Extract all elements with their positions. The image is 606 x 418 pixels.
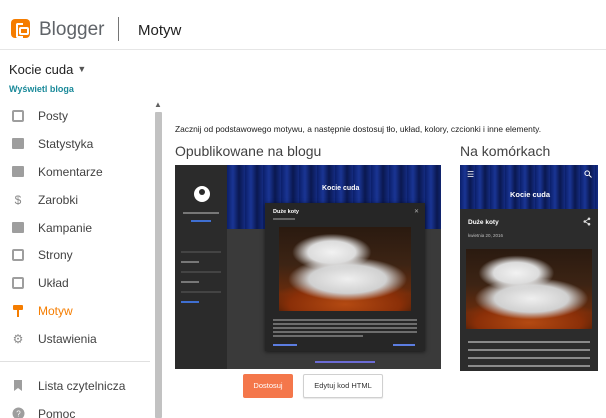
preview-post-title: Duże koty [468,219,499,226]
live-on-blog-heading: Opublikowane na blogu [175,143,322,159]
sidebar-item-comments[interactable]: Komentarze [0,160,150,184]
sidebar-item-campaigns[interactable]: Kampanie [0,216,150,240]
preview-blog-title: Kocie cuda [510,190,551,199]
blog-selector[interactable]: Kocie cuda ▼ [9,62,86,77]
preview-line [181,301,199,303]
preview-text-line [273,331,417,333]
app-header: Blogger Motyw [0,0,606,50]
dollar-icon: $ [14,193,22,207]
cat-photo [466,249,592,329]
scroll-up-arrow-icon[interactable]: ▲ [154,100,162,109]
preview-text-line [273,327,417,329]
preview-post-card: Duże koty ✕ [265,203,425,351]
view-blog-link[interactable]: Wyświetl bloga [9,84,74,94]
preview-text-line [468,365,590,367]
sidebar-item-label: Kampanie [38,221,93,235]
edit-html-button[interactable]: Edytuj kod HTML [303,374,383,398]
preview-text-line [468,357,590,359]
sidebar-item-earnings[interactable]: $ Zarobki [0,188,150,212]
sidebar-item-layout[interactable]: Układ [0,271,150,295]
campaigns-icon [11,221,25,235]
preview-text-line [468,349,590,351]
preview-footer-link [315,361,375,363]
cat-photo [279,227,411,311]
sidebar-item-label: Komentarze [38,165,103,179]
preview-line [181,281,199,283]
sidebar-item-help[interactable]: ? Pomoc [0,402,150,418]
mobile-theme-preview[interactable]: ☰ Kocie cuda Duże koty kwietnia 20, 2016 [460,165,598,371]
sidebar-item-stats[interactable]: Statystyka [0,132,150,156]
preview-header-image [460,165,598,209]
theme-hint-text: Zacznij od podstawowego motywu, a następ… [175,124,542,134]
preview-blog-title: Kocie cuda [322,185,360,192]
share-icon [583,217,591,228]
preview-line [191,220,211,222]
sidebar-item-settings[interactable]: ⚙ Ustawienia [0,327,150,351]
comments-icon [11,165,25,179]
preview-post-date [273,218,295,220]
preview-text-line [273,335,363,337]
sidebar-divider [0,361,150,362]
sidebar-item-theme[interactable]: Motyw [0,299,150,323]
page-title: Motyw [138,22,182,39]
sidebar-item-label: Ustawienia [38,332,97,346]
sidebar-item-label: Pomoc [38,407,76,418]
preview-line [181,271,221,273]
preview-text-line [273,344,297,346]
scroll-thumb[interactable] [155,112,162,418]
svg-text:?: ? [16,410,21,418]
sidebar-item-posts[interactable]: Posty [0,104,150,128]
blog-name: Kocie cuda [9,62,74,77]
bookmark-icon [11,379,25,393]
mobile-heading: Na komórkach [460,143,551,159]
blogger-logo-icon[interactable] [11,19,30,38]
pages-icon [11,248,25,262]
preview-post-date: kwietnia 20, 2016 [468,233,504,238]
sidebar-item-label: Układ [38,276,69,290]
brand-name[interactable]: Blogger [39,19,105,41]
preview-text-line [273,323,417,325]
gear-icon: ⚙ [12,332,24,346]
theme-brush-icon [11,304,25,318]
sidebar-scrollbar[interactable]: ▲ [152,100,164,418]
search-icon [584,170,592,180]
sidebar-item-label: Zarobki [38,193,79,207]
sidebar-item-label: Statystyka [38,137,94,151]
caret-down-icon: ▼ [77,64,87,74]
preview-text-line [393,344,415,346]
preview-sidebar [175,165,227,369]
sidebar-item-pages[interactable]: Strony [0,243,150,267]
avatar-icon [194,186,210,202]
hamburger-menu-icon: ☰ [467,170,475,179]
posts-icon [11,109,25,123]
sidebar-item-label: Lista czytelnicza [38,379,126,393]
preview-post-title: Duże koty [273,209,299,215]
preview-line [181,261,199,263]
preview-text-line [468,341,590,343]
help-icon: ? [11,407,25,418]
preview-line [181,251,221,253]
preview-line [181,291,221,293]
preview-line [183,212,219,214]
sidebar-item-label: Posty [38,109,69,123]
preview-text-line [273,319,417,321]
close-icon: ✕ [413,209,419,215]
customize-button[interactable]: Dostosuj [243,374,293,398]
sidebar-item-label: Strony [38,248,73,262]
sidebar-item-reading-list[interactable]: Lista czytelnicza [0,374,150,398]
layout-icon [11,276,25,290]
sidebar-item-label: Motyw [38,304,73,318]
stats-icon [11,137,25,151]
header-separator [118,17,119,41]
desktop-theme-preview[interactable]: Kocie cuda Duże koty ✕ [175,165,441,369]
